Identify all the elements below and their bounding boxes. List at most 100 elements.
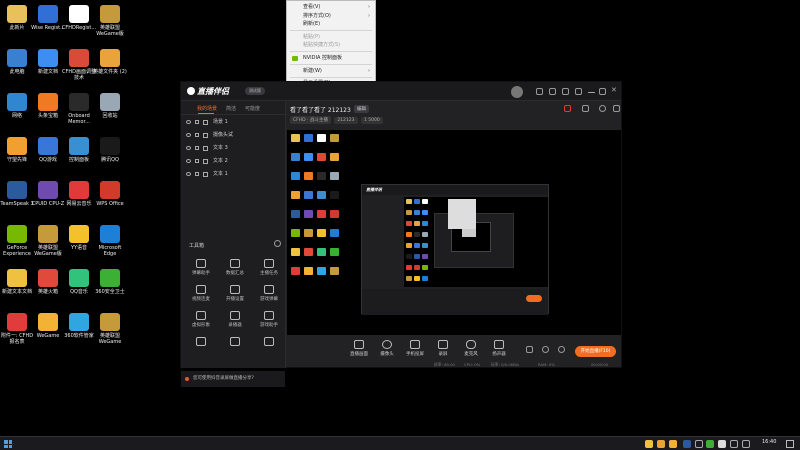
edit-button[interactable]: 编辑 — [354, 105, 369, 113]
preview-desktop-icon — [291, 267, 300, 275]
more-icon[interactable] — [613, 105, 620, 112]
tab-simple[interactable]: 简洁 — [226, 105, 236, 112]
context-menu-item[interactable]: 查看(V) › — [287, 3, 375, 12]
toolbox-tool[interactable] — [185, 337, 217, 348]
desktop-icon[interactable]: 腾讯QQ — [92, 137, 128, 163]
toolbox-tool[interactable]: 主播任务 — [253, 259, 285, 276]
context-menu-item[interactable]: 刷新(E) — [287, 20, 375, 29]
context-menu-item[interactable]: 粘贴快捷方式(S) — [287, 41, 375, 50]
notification-icon[interactable] — [599, 105, 606, 112]
desktop-icon[interactable]: 英雄文件夹 (2) — [92, 49, 128, 75]
tool-label: 虚拟形象 — [192, 323, 210, 328]
toolbox-tool[interactable]: 弹幕助手 — [185, 259, 217, 276]
lock-icon[interactable] — [195, 120, 199, 124]
scene-item[interactable]: 文本 1 — [181, 168, 285, 181]
clock[interactable]: 16:40 — [762, 439, 776, 445]
scene-item[interactable]: 文本 2 — [181, 155, 285, 168]
share-icon[interactable] — [582, 105, 589, 112]
preview-desktop-icon — [291, 153, 300, 161]
microphone-button[interactable]: 麦克风 — [456, 340, 486, 357]
scene-item[interactable]: 摄像头试 — [181, 129, 285, 142]
settings-icon[interactable] — [549, 88, 556, 95]
context-menu-item[interactable]: 排序方式(O) › — [287, 12, 375, 21]
tray-app-icon[interactable] — [657, 440, 665, 448]
toolbox-tool[interactable]: 录播器 — [219, 311, 251, 328]
tray-chevron-icon[interactable] — [695, 440, 703, 448]
desktop-icon[interactable]: 360安全卫士 — [92, 269, 128, 295]
tray-app-icon[interactable] — [718, 440, 726, 448]
title-bar[interactable]: 直播伴侣 测试版 ✕ — [181, 82, 621, 101]
toolbox-tool[interactable]: 游戏弹幕 — [253, 285, 285, 302]
maximize-icon[interactable] — [599, 88, 606, 95]
record-toggle-icon[interactable] — [526, 346, 533, 353]
preview-inner-icon — [406, 254, 412, 259]
lock-icon[interactable] — [195, 146, 199, 150]
lock-icon[interactable] — [195, 172, 199, 176]
toolbox-tool[interactable] — [219, 337, 251, 348]
eye-icon[interactable] — [186, 159, 191, 163]
network-icon[interactable] — [730, 440, 738, 448]
tray-360-icon[interactable] — [706, 440, 714, 448]
eye-icon[interactable] — [186, 146, 191, 150]
notice-bar[interactable]: 您可使用抖音录屏做直播分享? — [181, 371, 285, 387]
app-icon — [38, 269, 58, 287]
source-record-button[interactable]: 录屏 — [428, 340, 458, 357]
tray-wegame-icon[interactable] — [669, 440, 677, 448]
gift-icon[interactable] — [564, 105, 571, 112]
tray-app-icon[interactable] — [645, 440, 653, 448]
scene-item[interactable]: 场景 1 — [181, 116, 285, 129]
menu-icon[interactable] — [575, 88, 582, 95]
minimize-icon[interactable] — [588, 92, 595, 93]
notification-center-icon[interactable] — [786, 440, 794, 448]
context-menu-item[interactable]: 粘贴(P) — [287, 33, 375, 42]
desktop-icon-label: 腾讯QQ — [101, 157, 119, 163]
customer-service-icon[interactable] — [536, 88, 543, 95]
speaker-button[interactable]: 扬声器 — [484, 340, 514, 357]
toolbox-tool[interactable]: 开播设置 — [219, 285, 251, 302]
skin-icon[interactable] — [562, 88, 569, 95]
preview-eye-icon[interactable] — [542, 346, 549, 353]
preview-inner-icon — [406, 232, 412, 237]
preview-inner-icon — [422, 254, 428, 259]
volume-icon[interactable] — [742, 440, 750, 448]
app-icon — [7, 181, 27, 199]
desktop-icon[interactable]: 英雄联盟 WeGame — [92, 313, 128, 345]
lock-icon[interactable] — [195, 159, 199, 163]
desktop-icon[interactable]: WPS Office — [92, 181, 128, 207]
context-menu-item[interactable]: NVIDIA 控制面板 — [287, 54, 375, 63]
desktop-icon[interactable]: Microsoft Edge — [92, 225, 128, 257]
scene-item[interactable]: 文本 3 — [181, 142, 285, 155]
tool-label: 主播任务 — [260, 271, 278, 276]
eye-icon[interactable] — [186, 133, 191, 137]
desktop-icon-label: 英雄联盟 WeGame版 — [96, 25, 124, 37]
eye-icon[interactable] — [186, 120, 191, 124]
scene-name: 文本 2 — [213, 158, 228, 164]
live-preview[interactable]: 直播伴侣 — [287, 130, 621, 335]
preview-desktop-icon — [330, 267, 339, 275]
category-chip[interactable]: CFHD · 战斗主播 — [290, 116, 331, 124]
toolbox-tool[interactable]: 数据汇总 — [219, 259, 251, 276]
windows-start-icon[interactable] — [4, 440, 12, 448]
lock-icon[interactable] — [195, 133, 199, 137]
source-phone-button[interactable]: 手机投屏 — [400, 340, 430, 357]
tab-scenes[interactable]: 我的场景 — [197, 105, 217, 112]
tab-possible[interactable]: 可能度 — [245, 105, 260, 112]
go-live-button[interactable]: 开始直播(F10) — [575, 346, 616, 357]
source-screen-button[interactable]: 直播画面 — [344, 340, 374, 357]
room-title: 看了看了看了 212123 — [290, 107, 351, 114]
desktop-icon[interactable]: 回收站 — [92, 93, 128, 119]
toolbox-tool[interactable]: 游戏助手 — [253, 311, 285, 328]
source-camera-button[interactable]: 摄像头 — [372, 340, 402, 357]
tray-app-icon[interactable] — [683, 440, 691, 448]
context-menu-item[interactable]: 新建(W) › — [287, 67, 375, 76]
gear-icon[interactable] — [558, 346, 565, 353]
toolbox-tool[interactable]: 虚拟形象 — [185, 311, 217, 328]
close-icon[interactable]: ✕ — [611, 87, 618, 94]
avatar[interactable] — [511, 86, 523, 98]
preview-inner-icon — [422, 199, 428, 204]
toolbox-tool[interactable]: 视频连麦 — [185, 285, 217, 302]
toolbox-tool[interactable] — [253, 337, 285, 348]
desktop-icon[interactable]: 英雄联盟 WeGame版 — [92, 5, 128, 37]
toolbox-add-icon[interactable] — [274, 240, 281, 247]
eye-icon[interactable] — [186, 172, 191, 176]
